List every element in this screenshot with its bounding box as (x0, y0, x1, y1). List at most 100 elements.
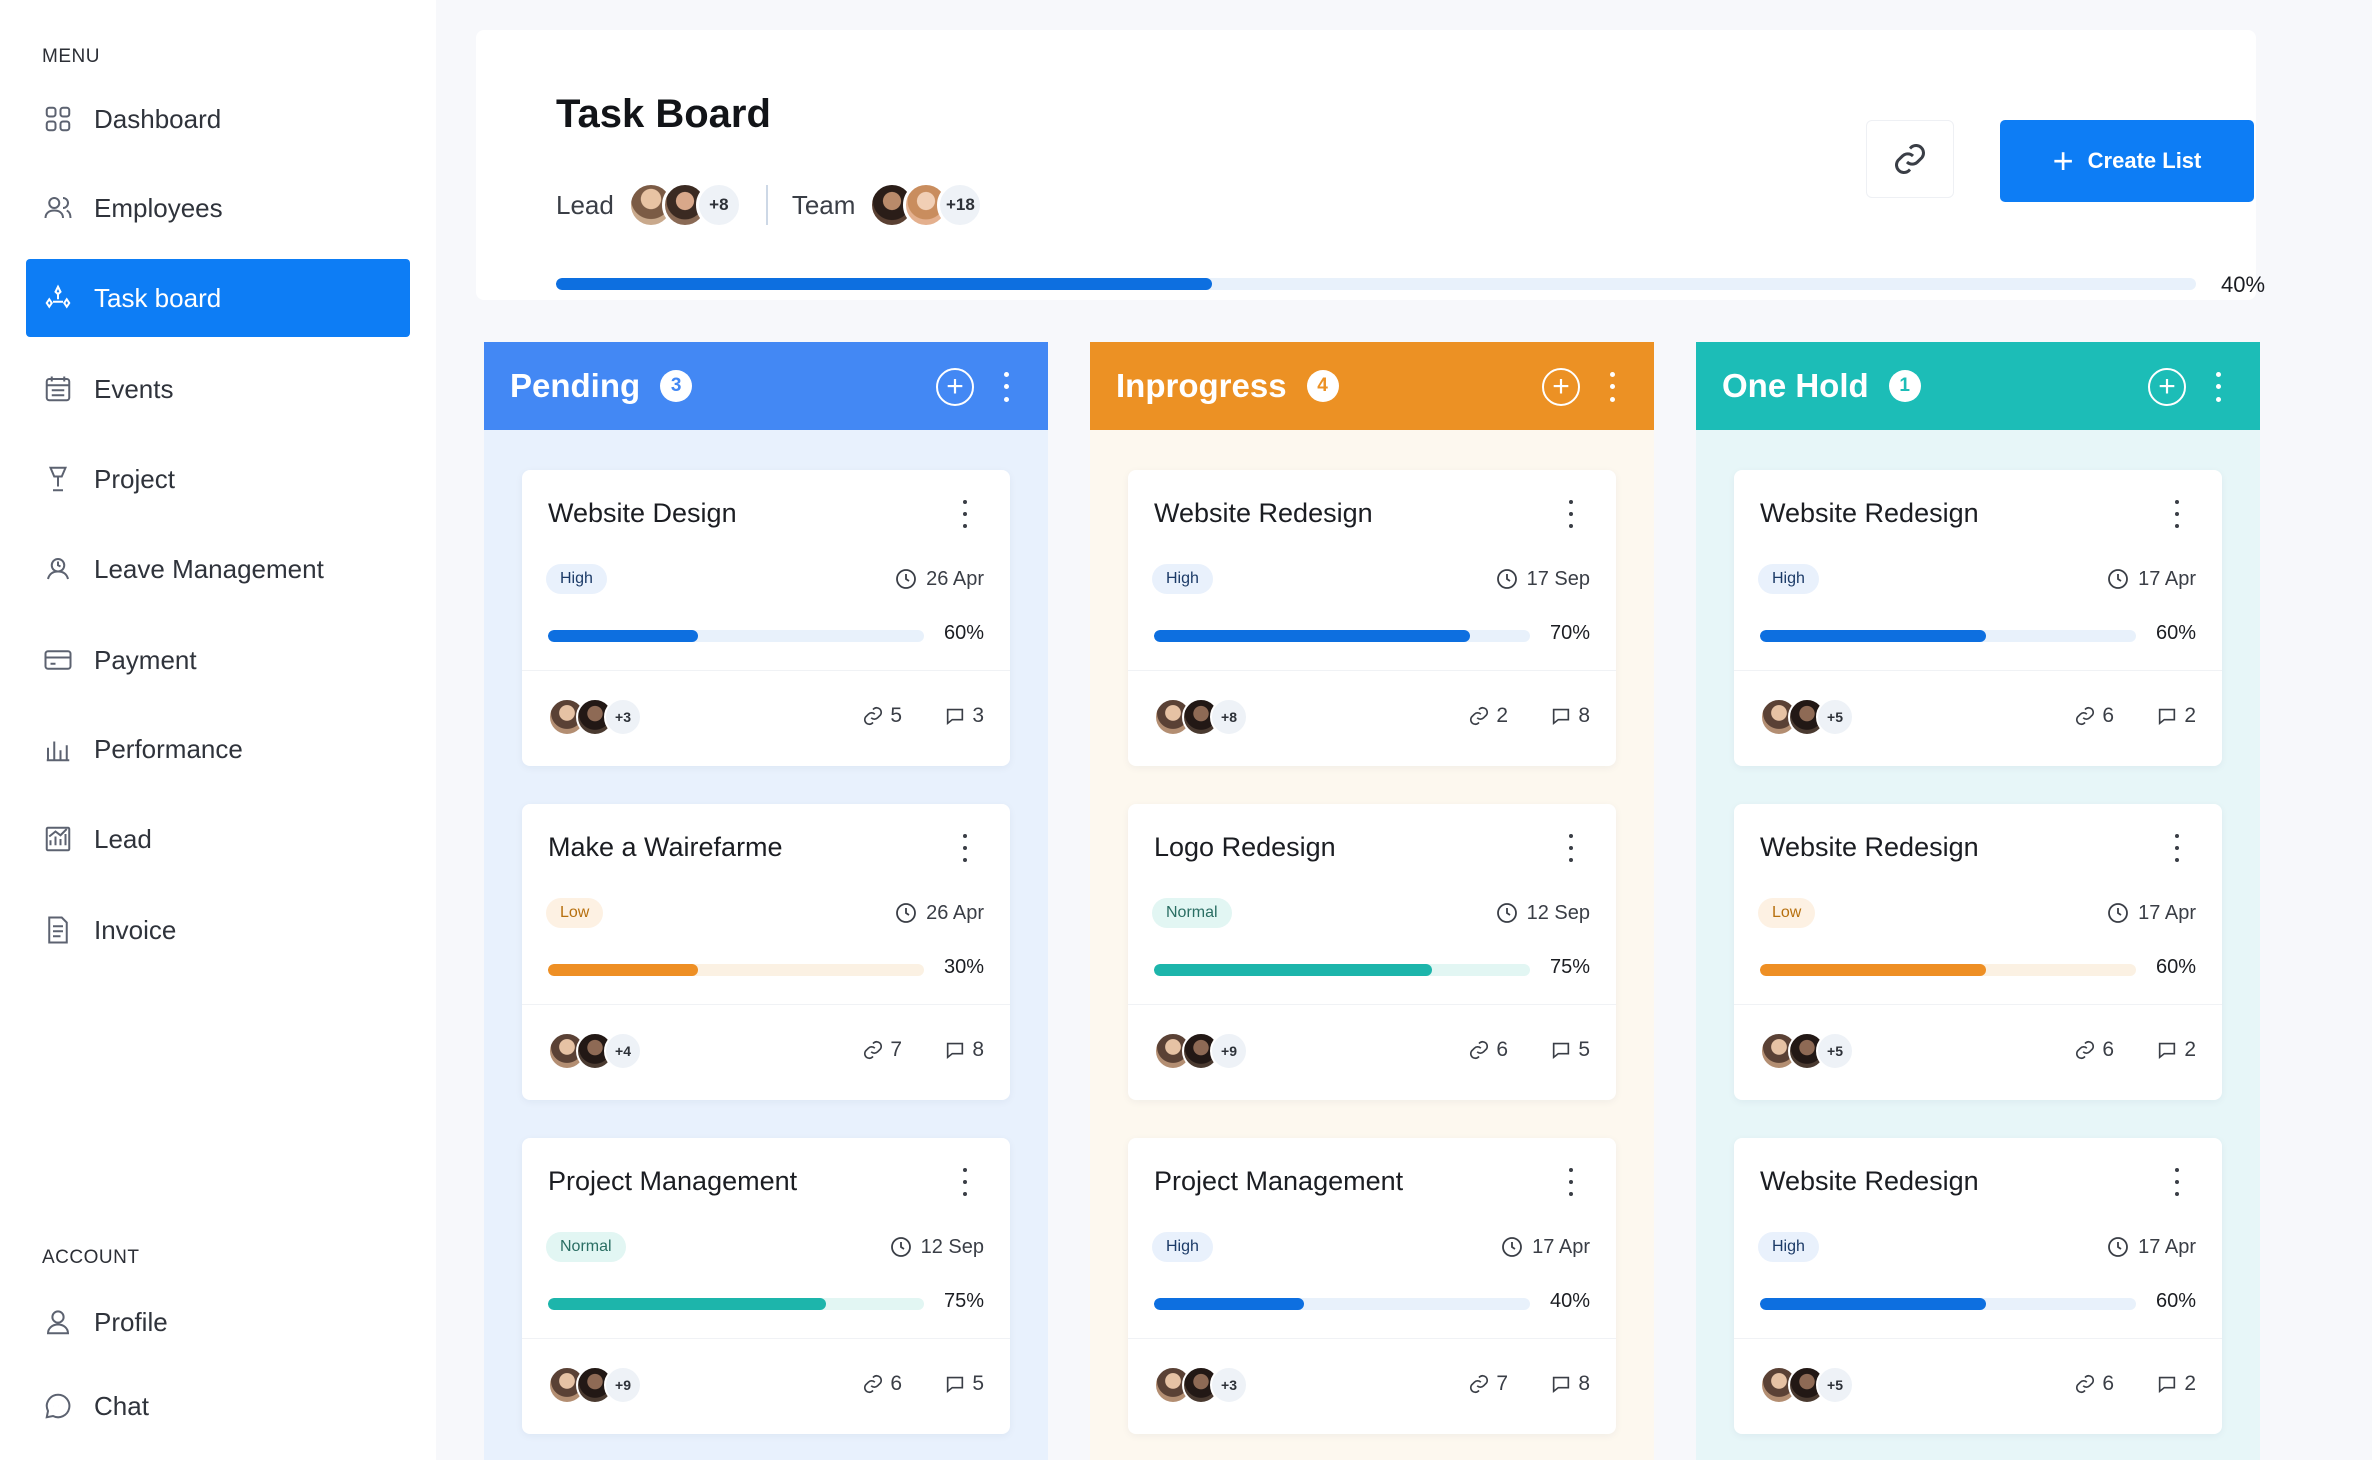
sidebar-item-label: Employees (94, 192, 223, 223)
sidebar-item-profile[interactable]: Profile (26, 1283, 410, 1361)
comments-count-label: 8 (1578, 704, 1590, 727)
divider (765, 185, 768, 225)
more-vertical-icon[interactable] (960, 834, 970, 862)
add-task-icon[interactable]: + (936, 368, 974, 406)
column-header: One Hold 1 + (1696, 342, 2260, 430)
attachments-count[interactable]: 6 (1468, 1038, 1508, 1062)
task-progress-label: 60% (943, 622, 984, 644)
sidebar-item-payment[interactable]: Payment (26, 621, 410, 699)
comments-count-label: 3 (972, 704, 984, 727)
more-vertical-icon[interactable] (960, 500, 970, 528)
sidebar-item-task-board[interactable]: Task board (26, 259, 410, 337)
sidebar-item-chat[interactable]: Chat (26, 1367, 410, 1445)
attachments-count[interactable]: 6 (862, 1372, 902, 1396)
copy-link-button[interactable] (1866, 120, 1954, 198)
task-card[interactable]: Website Redesign High 17 Sep 70% +8 2 8 (1128, 470, 1616, 766)
attachments-count-label: 6 (2102, 1372, 2114, 1395)
task-card[interactable]: Website Redesign High 17 Apr 60% +5 6 2 (1734, 470, 2222, 766)
divider (522, 670, 1010, 671)
attachments-count[interactable]: 7 (1468, 1372, 1508, 1396)
task-card[interactable]: Make a Wairefarme Low 26 Apr 30% +4 7 8 (522, 804, 1010, 1100)
task-members[interactable]: +5 (1760, 1366, 1854, 1404)
task-members[interactable]: +4 (548, 1032, 642, 1070)
task-progress-fill (548, 630, 699, 642)
more-vertical-icon[interactable] (2212, 368, 2224, 406)
clock-icon (890, 1237, 911, 1257)
task-card[interactable]: Website Redesign Low 17 Apr 60% +5 6 2 (1734, 804, 2222, 1100)
task-title: Make a Wairefarme (548, 832, 783, 862)
more-vertical-icon[interactable] (2172, 1168, 2182, 1196)
task-members[interactable]: +5 (1760, 698, 1854, 736)
sidebar-item-dashboard[interactable]: Dashboard (26, 80, 410, 158)
comments-count[interactable]: 5 (1550, 1038, 1590, 1062)
more-vertical-icon[interactable] (2172, 834, 2182, 862)
sidebar-item-events[interactable]: Events (26, 350, 410, 428)
task-card[interactable]: Logo Redesign Normal 12 Sep 75% +9 6 5 (1128, 804, 1616, 1100)
comment-icon (1553, 708, 1570, 726)
attachments-count[interactable]: 5 (862, 704, 902, 728)
divider (1128, 1004, 1616, 1005)
sidebar-item-performance[interactable]: Performance (26, 710, 410, 788)
plus-icon: + (2052, 140, 2074, 181)
due-date-label: 26 Apr (926, 567, 984, 590)
column-body: Website Redesign High 17 Apr 60% +5 6 2 … (1696, 430, 2260, 1460)
more-vertical-icon[interactable] (1566, 1168, 1576, 1196)
more-vertical-icon[interactable] (1566, 834, 1576, 862)
attachments-count[interactable]: 7 (862, 1038, 902, 1062)
attachments-count[interactable]: 6 (2074, 1372, 2114, 1396)
more-vertical-icon[interactable] (1566, 500, 1576, 528)
task-card[interactable]: Website Redesign High 17 Apr 60% +5 6 2 (1734, 1138, 2222, 1434)
due-date-label: 12 Sep (1526, 901, 1590, 924)
task-title: Website Redesign (1760, 1166, 1979, 1196)
due-date-label: 17 Apr (2138, 901, 2196, 924)
task-members[interactable]: +5 (1760, 1032, 1854, 1070)
sidebar-item-label: Lead (94, 823, 152, 854)
comments-count[interactable]: 2 (2156, 704, 2196, 728)
more-vertical-icon[interactable] (1000, 368, 1012, 406)
grid-icon (42, 103, 74, 135)
sidebar-item-employees[interactable]: Employees (26, 169, 410, 247)
attachments-count[interactable]: 6 (2074, 1038, 2114, 1062)
comment-icon (947, 1376, 964, 1394)
more-vertical-icon[interactable] (2172, 500, 2182, 528)
task-members[interactable]: +3 (1154, 1366, 1248, 1404)
comments-count[interactable]: 8 (1550, 1372, 1590, 1396)
sidebar-item-project[interactable]: Project (26, 440, 410, 518)
add-task-icon[interactable]: + (1542, 368, 1580, 406)
more-vertical-icon[interactable] (1606, 368, 1618, 406)
comments-count[interactable]: 5 (944, 1372, 984, 1396)
sidebar-item-invoice[interactable]: Invoice (26, 891, 410, 969)
more-vertical-icon[interactable] (960, 1168, 970, 1196)
sidebar-item-lead[interactable]: Lead (26, 800, 410, 878)
attachments-count[interactable]: 6 (2074, 704, 2114, 728)
task-title: Website Redesign (1760, 832, 1979, 862)
sidebar-item-leave-management[interactable]: Leave Management (26, 530, 410, 608)
comment-icon (1553, 1042, 1570, 1060)
link-icon (864, 1040, 883, 1060)
task-members[interactable]: +8 (1154, 698, 1248, 736)
lead-avatars[interactable]: +8 (627, 182, 742, 228)
due-date: 17 Apr (2106, 1232, 2196, 1262)
task-members[interactable]: +9 (1154, 1032, 1248, 1070)
sidebar-item-label: Dashboard (94, 103, 222, 134)
task-card[interactable]: Website Design High 26 Apr 60% +3 5 3 (522, 470, 1010, 766)
due-date: 26 Apr (894, 898, 984, 928)
comments-count[interactable]: 8 (1550, 704, 1590, 728)
create-list-button[interactable]: + Create List (2000, 120, 2254, 202)
task-progress-bar (1154, 1298, 1530, 1310)
comments-count[interactable]: 3 (944, 704, 984, 728)
task-card[interactable]: Project Management Normal 12 Sep 75% +9 (522, 1138, 1010, 1434)
task-members[interactable]: +9 (548, 1366, 642, 1404)
task-card[interactable]: Project Management High 17 Apr 40% +3 7 … (1128, 1138, 1616, 1434)
comments-count[interactable]: 2 (2156, 1038, 2196, 1062)
task-members[interactable]: +3 (548, 698, 642, 736)
team-avatars[interactable]: +18 (869, 182, 984, 228)
comments-count[interactable]: 8 (944, 1038, 984, 1062)
add-task-icon[interactable]: + (2148, 368, 2186, 406)
sidebar-item-label: Profile (94, 1306, 168, 1337)
link-icon (2076, 1040, 2095, 1060)
due-date-label: 17 Apr (2138, 567, 2196, 590)
comments-count[interactable]: 2 (2156, 1372, 2196, 1396)
task-title: Website Design (548, 498, 737, 528)
attachments-count[interactable]: 2 (1468, 704, 1508, 728)
